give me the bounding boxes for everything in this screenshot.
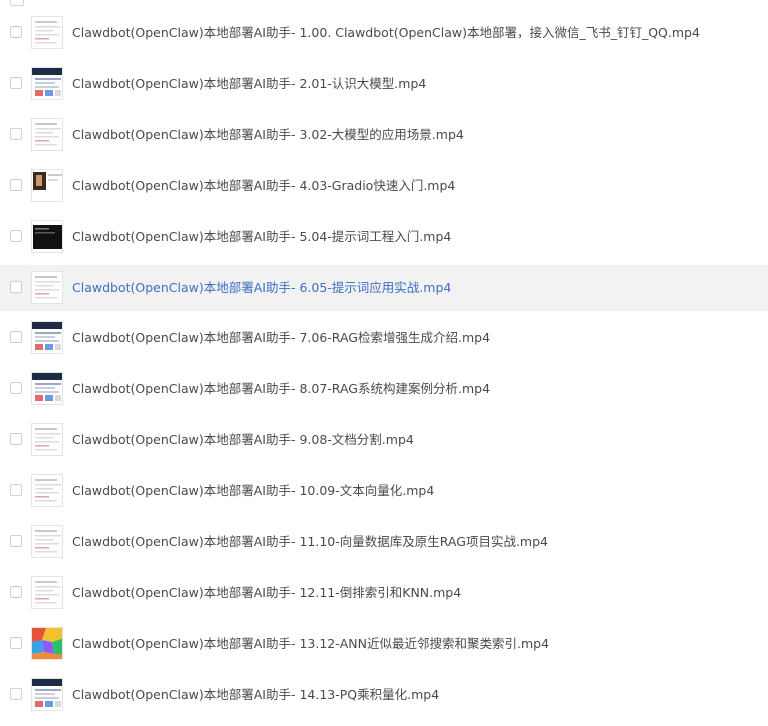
document-thumbnail[interactable] bbox=[31, 576, 63, 609]
row-checkbox[interactable] bbox=[10, 179, 22, 191]
file-name[interactable]: Clawdbot(OpenClaw)本地部署AI助手- 9.08-文档分割.mp… bbox=[72, 431, 414, 449]
file-name[interactable]: Clawdbot(OpenClaw)本地部署AI助手- 6.05-提示词应用实战… bbox=[72, 279, 451, 297]
row-checkbox[interactable] bbox=[10, 535, 22, 547]
file-row[interactable]: Clawdbot(OpenClaw)本地部署AI助手- 3.02-大模型的应用场… bbox=[0, 112, 768, 158]
file-list: Clawdbot(OpenClaw)本地部署AI助手- 1.00. Clawdb… bbox=[0, 0, 768, 726]
row-checkbox[interactable] bbox=[10, 382, 22, 394]
file-name[interactable]: Clawdbot(OpenClaw)本地部署AI助手- 14.13-PQ乘积量化… bbox=[72, 686, 439, 704]
document-thumbnail[interactable] bbox=[31, 525, 63, 558]
file-name[interactable]: Clawdbot(OpenClaw)本地部署AI助手- 12.11-倒排索引和K… bbox=[72, 584, 461, 602]
file-row[interactable]: Clawdbot(OpenClaw)本地部署AI助手- 14.13-PQ乘积量化… bbox=[0, 672, 768, 718]
row-checkbox[interactable] bbox=[10, 688, 22, 700]
file-row[interactable]: Clawdbot(OpenClaw)本地部署AI助手- 6.05-提示词应用实战… bbox=[0, 265, 768, 311]
terminal-thumbnail[interactable] bbox=[31, 220, 63, 253]
document-thumbnail[interactable] bbox=[31, 423, 63, 456]
file-name[interactable]: Clawdbot(OpenClaw)本地部署AI助手- 4.03-Gradio快… bbox=[72, 177, 455, 195]
file-name[interactable]: Clawdbot(OpenClaw)本地部署AI助手- 7.06-RAG检索增强… bbox=[72, 329, 490, 347]
file-row[interactable]: Clawdbot(OpenClaw)本地部署AI助手- 8.07-RAG系统构建… bbox=[0, 366, 768, 412]
slide-thumbnail[interactable] bbox=[31, 67, 63, 100]
file-row[interactable]: Clawdbot(OpenClaw)本地部署AI助手- 12.11-倒排索引和K… bbox=[0, 570, 768, 616]
file-name[interactable]: Clawdbot(OpenClaw)本地部署AI助手- 5.04-提示词工程入门… bbox=[72, 228, 451, 246]
row-checkbox[interactable] bbox=[10, 586, 22, 598]
checkbox-fragment bbox=[10, 0, 24, 6]
file-name[interactable]: Clawdbot(OpenClaw)本地部署AI助手- 1.00. Clawdb… bbox=[72, 24, 700, 42]
row-checkbox[interactable] bbox=[10, 331, 22, 343]
document-thumbnail[interactable] bbox=[31, 474, 63, 507]
row-checkbox[interactable] bbox=[10, 281, 22, 293]
file-name[interactable]: Clawdbot(OpenClaw)本地部署AI助手- 11.10-向量数据库及… bbox=[72, 533, 548, 551]
document-thumbnail[interactable] bbox=[31, 271, 63, 304]
file-row[interactable]: Clawdbot(OpenClaw)本地部署AI助手- 2.01-认识大模型.m… bbox=[0, 61, 768, 107]
file-name[interactable]: Clawdbot(OpenClaw)本地部署AI助手- 2.01-认识大模型.m… bbox=[72, 75, 426, 93]
row-checkbox[interactable] bbox=[10, 433, 22, 445]
file-row[interactable]: Clawdbot(OpenClaw)本地部署AI助手- 10.09-文本向量化.… bbox=[0, 468, 768, 514]
file-row[interactable]: Clawdbot(OpenClaw)本地部署AI助手- 5.04-提示词工程入门… bbox=[0, 214, 768, 260]
file-name[interactable]: Clawdbot(OpenClaw)本地部署AI助手- 3.02-大模型的应用场… bbox=[72, 126, 464, 144]
file-row[interactable]: Clawdbot(OpenClaw)本地部署AI助手- 13.12-ANN近似最… bbox=[0, 621, 768, 667]
row-checkbox[interactable] bbox=[10, 484, 22, 496]
file-name[interactable]: Clawdbot(OpenClaw)本地部署AI助手- 8.07-RAG系统构建… bbox=[72, 380, 490, 398]
file-row[interactable]: Clawdbot(OpenClaw)本地部署AI助手- 9.08-文档分割.mp… bbox=[0, 417, 768, 463]
document-thumbnail[interactable] bbox=[31, 118, 63, 151]
file-row[interactable]: Clawdbot(OpenClaw)本地部署AI助手- 7.06-RAG检索增强… bbox=[0, 315, 768, 361]
row-checkbox[interactable] bbox=[10, 128, 22, 140]
slide-thumbnail[interactable] bbox=[31, 372, 63, 405]
row-checkbox[interactable] bbox=[10, 77, 22, 89]
document-thumbnail[interactable] bbox=[31, 16, 63, 49]
file-row[interactable]: Clawdbot(OpenClaw)本地部署AI助手- 4.03-Gradio快… bbox=[0, 163, 768, 209]
file-name[interactable]: Clawdbot(OpenClaw)本地部署AI助手- 10.09-文本向量化.… bbox=[72, 482, 434, 500]
slide-thumbnail[interactable] bbox=[31, 321, 63, 354]
row-checkbox[interactable] bbox=[10, 637, 22, 649]
photo-thumbnail[interactable] bbox=[31, 169, 63, 202]
color-map-thumbnail[interactable] bbox=[31, 627, 63, 660]
file-row[interactable]: Clawdbot(OpenClaw)本地部署AI助手- 11.10-向量数据库及… bbox=[0, 519, 768, 565]
file-name[interactable]: Clawdbot(OpenClaw)本地部署AI助手- 13.12-ANN近似最… bbox=[72, 635, 549, 653]
row-checkbox[interactable] bbox=[10, 26, 22, 38]
file-row[interactable]: Clawdbot(OpenClaw)本地部署AI助手- 1.00. Clawdb… bbox=[0, 10, 768, 56]
row-checkbox[interactable] bbox=[10, 230, 22, 242]
slide-thumbnail[interactable] bbox=[31, 678, 63, 711]
previous-row-fragment bbox=[0, 0, 768, 8]
